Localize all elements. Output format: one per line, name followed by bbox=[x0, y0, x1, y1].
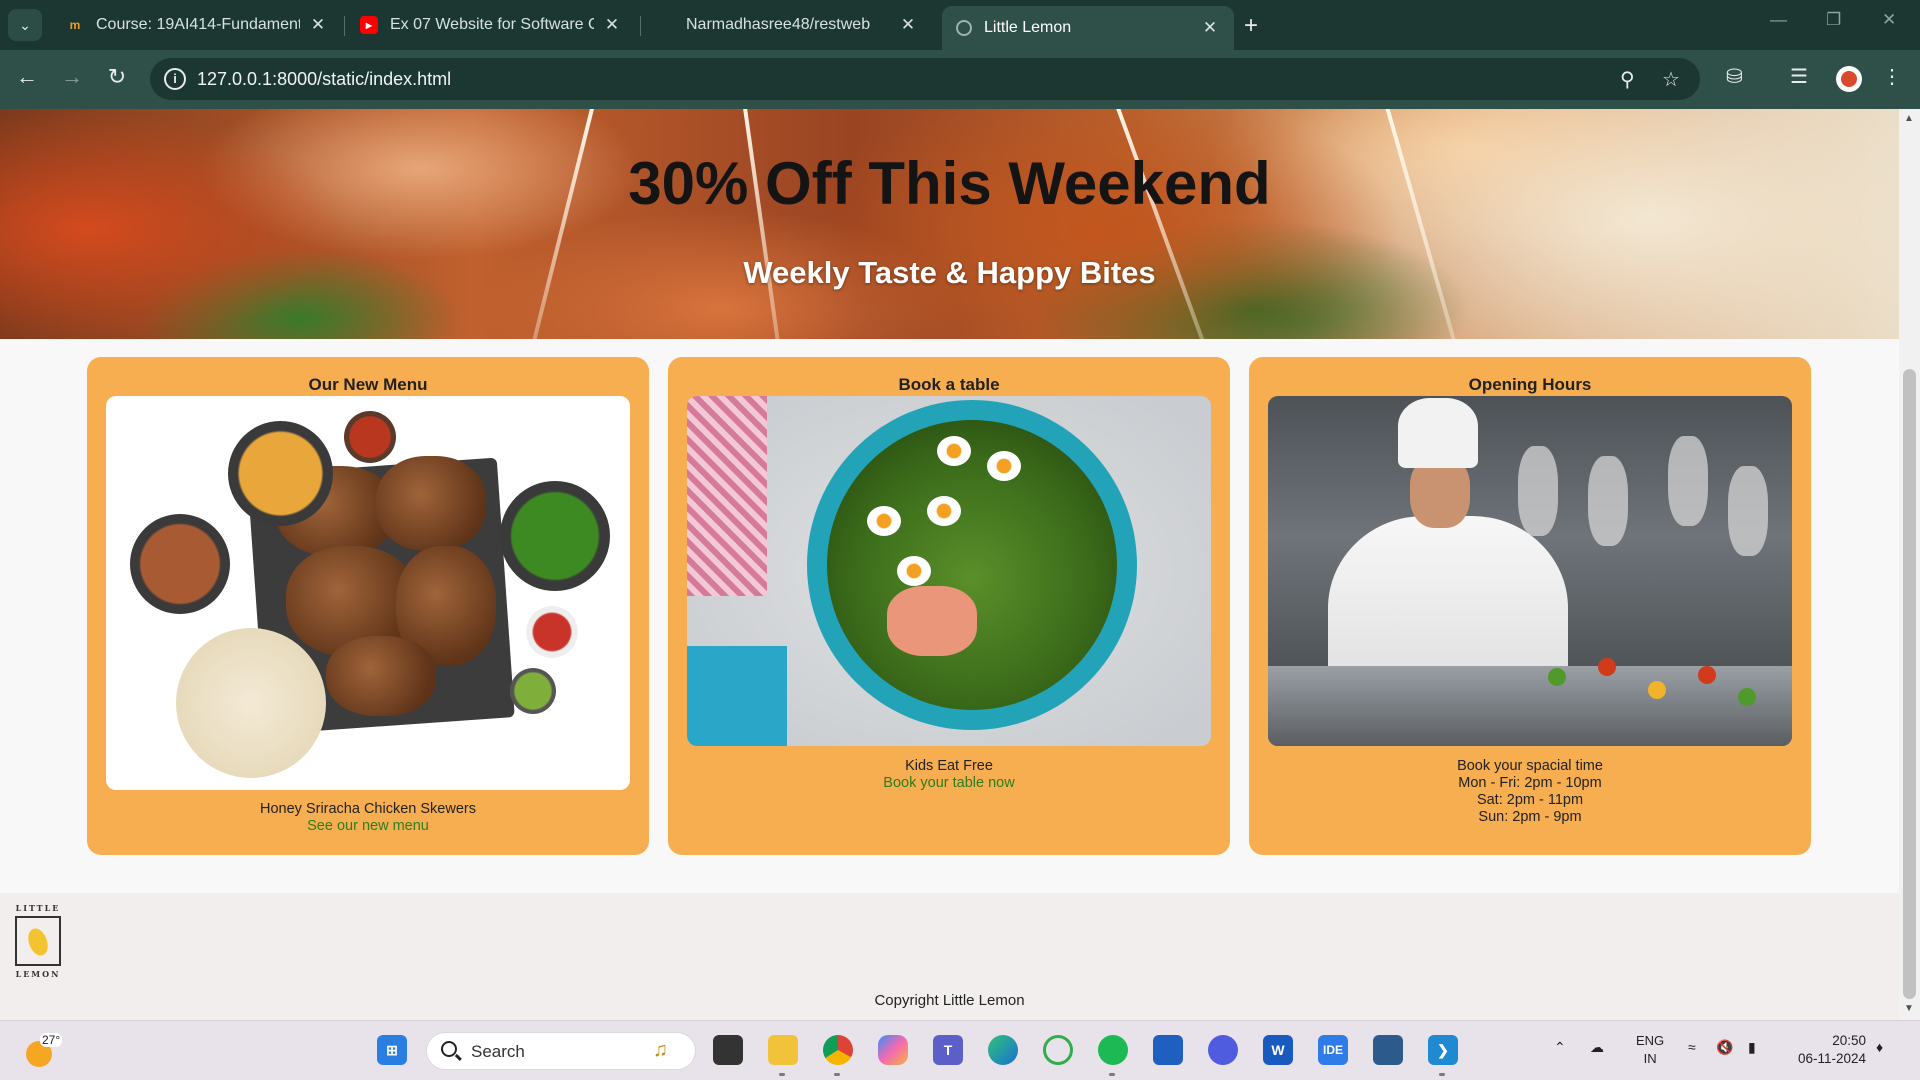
tab-little-lemon[interactable]: Little Lemon ✕ bbox=[942, 6, 1234, 50]
refresh-app-icon[interactable] bbox=[1043, 1035, 1073, 1065]
moodle-icon: m bbox=[69, 18, 81, 32]
close-icon[interactable]: ✕ bbox=[1200, 18, 1220, 38]
card-title: Our New Menu bbox=[308, 375, 428, 394]
tab-title: Course: 19AI414-Fundamentals bbox=[96, 16, 300, 33]
youtube-icon: ▶ bbox=[360, 16, 378, 34]
cheese-strand bbox=[1115, 109, 1209, 339]
ide-icon[interactable]: IDE bbox=[1318, 1035, 1348, 1065]
wifi-icon[interactable]: ≈ bbox=[1688, 1039, 1696, 1055]
clock[interactable]: 20:50 06-11-2024 bbox=[1786, 1032, 1866, 1068]
tab-course[interactable]: m Course: 19AI414-Fundamentals ✕ bbox=[52, 6, 342, 44]
zoom-icon[interactable]: ⚲ bbox=[1620, 67, 1635, 92]
cheese-strand bbox=[528, 109, 596, 339]
hero-subtitle: Weekly Taste & Happy Bites bbox=[743, 255, 1156, 290]
chevron-down-icon: ⌄ bbox=[19, 16, 31, 33]
site-info-icon[interactable]: i bbox=[164, 68, 186, 90]
arc-app-icon[interactable] bbox=[1208, 1035, 1238, 1065]
new-tab-button[interactable]: + bbox=[1244, 12, 1258, 40]
notification-bell-icon[interactable]: ♦ bbox=[1876, 1039, 1883, 1055]
tab-youtube[interactable]: ▶ Ex 07 Website for Software Con ✕ bbox=[346, 6, 636, 44]
mysql-workbench-icon[interactable] bbox=[1373, 1035, 1403, 1065]
windows-start-icon[interactable]: ⊞ bbox=[377, 1035, 407, 1065]
close-icon[interactable]: ✕ bbox=[308, 15, 328, 35]
chevron-up-icon[interactable]: ⌃ bbox=[1554, 1039, 1566, 1056]
onedrive-icon[interactable]: ☁ bbox=[1590, 1039, 1604, 1056]
task-view-icon[interactable] bbox=[713, 1035, 743, 1065]
volume-muted-icon[interactable]: 🔇 bbox=[1716, 1039, 1733, 1056]
back-icon[interactable]: ← bbox=[12, 64, 42, 90]
scroll-down-icon[interactable]: ▼ bbox=[1904, 1003, 1914, 1014]
browser-tab-strip: ⌄ m Course: 19AI414-Fundamentals ✕ ▶ Ex … bbox=[0, 0, 1920, 50]
extensions-icon[interactable]: ⛁ bbox=[1726, 64, 1743, 89]
card-line: Sun: 2pm - 9pm bbox=[1478, 809, 1582, 825]
more-menu-icon[interactable]: ⋮ bbox=[1882, 64, 1902, 89]
card-description: Kids Eat Free bbox=[905, 758, 993, 774]
language-indicator[interactable]: ENG IN bbox=[1636, 1032, 1664, 1068]
search-highlight-icon: ♫ bbox=[653, 1039, 668, 1061]
profile-avatar[interactable] bbox=[1836, 66, 1862, 92]
store-icon[interactable] bbox=[1153, 1035, 1183, 1065]
card-book-table: Book a table Kids Eat Free Book your tab… bbox=[668, 357, 1230, 855]
search-icon bbox=[441, 1041, 457, 1057]
browser-toolbar: ← → ↻ i 127.0.0.1:8000/static/index.html… bbox=[0, 50, 1920, 109]
chicken-platter-image bbox=[106, 396, 630, 790]
tab-title: Narmadhasree48/restweb bbox=[686, 16, 871, 33]
hero-banner: 30% Off This Weekend Weekly Taste & Happ… bbox=[0, 109, 1899, 339]
close-icon[interactable]: ✕ bbox=[602, 15, 622, 35]
scroll-thumb[interactable] bbox=[1903, 369, 1916, 999]
spotify-icon[interactable] bbox=[1098, 1035, 1128, 1065]
star-icon[interactable]: ☆ bbox=[1662, 67, 1680, 92]
chef-cooking-image bbox=[1268, 396, 1792, 746]
card-title: Opening Hours bbox=[1468, 375, 1592, 394]
card-line: Mon - Fri: 2pm - 10pm bbox=[1458, 775, 1602, 791]
close-window-icon[interactable]: ✕ bbox=[1882, 10, 1896, 30]
see-menu-link[interactable]: See our new menu bbox=[87, 818, 649, 835]
card-line: Book your spacial time bbox=[1457, 758, 1603, 774]
restore-icon[interactable]: ❐ bbox=[1826, 10, 1841, 30]
lemon-icon bbox=[24, 925, 52, 959]
tab-title: Little Lemon bbox=[984, 19, 1072, 36]
page-viewport: 30% Off This Weekend Weekly Taste & Happ… bbox=[0, 109, 1899, 1020]
card-new-menu: Our New Menu Honey Sriracha Chicken Skew… bbox=[87, 357, 649, 855]
card-line: Sat: 2pm - 11pm bbox=[1476, 792, 1584, 808]
battery-icon[interactable]: ▮ bbox=[1748, 1039, 1756, 1056]
cheese-strand bbox=[1384, 109, 1460, 339]
vscode-icon[interactable]: ❯ bbox=[1428, 1035, 1458, 1065]
windows-taskbar: 27° ⊞ Search ♫ T W IDE ❯ ⌃ ☁ ENG IN ≈ 🔇 … bbox=[0, 1020, 1920, 1080]
file-explorer-icon[interactable] bbox=[768, 1035, 798, 1065]
card-opening-hours: Opening Hours Book your spacial time Mon… bbox=[1249, 357, 1811, 855]
edge-icon[interactable] bbox=[988, 1035, 1018, 1065]
page-scrollbar[interactable]: ▲ ▼ bbox=[1899, 109, 1920, 1020]
tab-title: Ex 07 Website for Software Con bbox=[390, 16, 594, 33]
tab-divider bbox=[640, 16, 641, 36]
reload-icon[interactable]: ↻ bbox=[102, 64, 132, 90]
book-table-link[interactable]: Book your table now bbox=[668, 775, 1230, 792]
scroll-up-icon[interactable]: ▲ bbox=[1904, 113, 1914, 124]
tab-search-button[interactable]: ⌄ bbox=[8, 9, 42, 41]
address-bar[interactable]: i 127.0.0.1:8000/static/index.html ⚲ ☆ bbox=[150, 58, 1700, 100]
word-icon[interactable]: W bbox=[1263, 1035, 1293, 1065]
forward-icon[interactable]: → bbox=[57, 64, 87, 90]
cheese-strand bbox=[741, 109, 783, 339]
copyright-text: Copyright Little Lemon bbox=[874, 992, 1025, 1009]
taskbar-search[interactable]: Search ♫ bbox=[426, 1032, 696, 1070]
salad-bowl-image bbox=[687, 396, 1211, 746]
minimize-icon[interactable]: — bbox=[1770, 10, 1787, 30]
copilot-icon[interactable] bbox=[878, 1035, 908, 1065]
weather-widget[interactable]: 27° bbox=[24, 1033, 63, 1069]
github-icon bbox=[656, 16, 674, 34]
media-controls-icon[interactable]: ☰ bbox=[1790, 64, 1808, 89]
url-text[interactable]: 127.0.0.1:8000/static/index.html bbox=[197, 69, 451, 90]
close-icon[interactable]: ✕ bbox=[898, 15, 918, 35]
hero-title: 30% Off This Weekend bbox=[628, 150, 1271, 217]
card-title: Book a table bbox=[898, 375, 1000, 394]
teams-icon[interactable]: T bbox=[933, 1035, 963, 1065]
little-lemon-logo[interactable]: LITTLE LEMON bbox=[12, 903, 64, 979]
globe-icon bbox=[956, 20, 972, 36]
tab-divider bbox=[344, 16, 345, 36]
card-description: Honey Sriracha Chicken Skewers bbox=[260, 801, 476, 817]
chrome-icon[interactable] bbox=[823, 1035, 853, 1065]
page-footer: LITTLE LEMON Copyright Little Lemon bbox=[0, 893, 1899, 1020]
tab-github[interactable]: Narmadhasree48/restweb ✕ bbox=[642, 6, 932, 44]
